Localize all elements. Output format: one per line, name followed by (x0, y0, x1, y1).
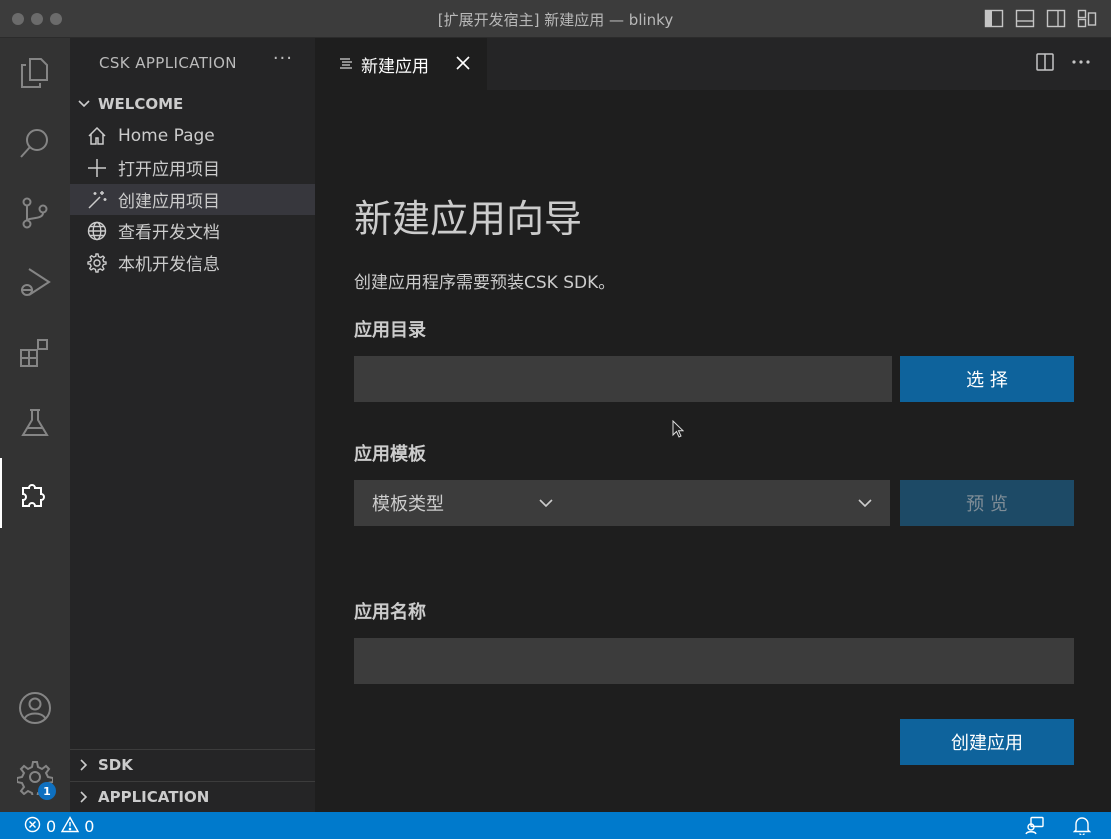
error-icon (24, 816, 41, 837)
template-type-select[interactable]: 模板类型 (354, 480, 890, 526)
warning-icon (60, 816, 80, 837)
plus-icon (86, 158, 108, 178)
feedback-icon[interactable] (1025, 816, 1045, 839)
section-welcome-header[interactable]: WELCOME (70, 89, 315, 119)
warning-count: 0 (84, 817, 95, 836)
notification-badge: 1 (38, 782, 56, 800)
app-name-input[interactable] (354, 638, 1074, 684)
tab-bar: 新建应用 (315, 38, 1111, 90)
window-title: [扩展开发宿主] 新建应用 — blinky (437, 11, 674, 29)
section-application-header[interactable]: APPLICATION (70, 781, 315, 811)
wand-icon (86, 190, 108, 210)
activity-bar: 1 (0, 38, 70, 812)
title-bar: [扩展开发宿主] 新建应用 — blinky (0, 0, 1111, 38)
toggle-primary-sidebar-icon[interactable] (984, 9, 1004, 28)
status-bar: 0 0 (0, 812, 1111, 839)
sidebar-item-home-page[interactable]: Home Page (70, 120, 315, 151)
source-control-icon[interactable] (0, 178, 70, 248)
dropdown-chevron-icon[interactable] (856, 494, 874, 512)
manage-gear-icon[interactable]: 1 (0, 742, 70, 812)
editor-area: 新建应用向导 创建应用程序需要预装CSK SDK。 应用目录 选 择 应用模板 … (315, 90, 1111, 812)
account-icon[interactable] (0, 673, 70, 743)
sidebar-item-label: Home Page (118, 125, 215, 146)
run-debug-icon[interactable] (0, 248, 70, 318)
chevron-down-icon (537, 494, 555, 512)
sidebar-item-label: 本机开发信息 (118, 255, 220, 275)
testing-icon[interactable] (0, 388, 70, 458)
page-title: 新建应用向导 (354, 197, 583, 241)
sidebar-item-dev-info[interactable]: 本机开发信息 (70, 247, 315, 278)
app-template-label: 应用模板 (354, 444, 426, 465)
app-directory-input[interactable] (354, 356, 892, 402)
template-type-value: 模板类型 (372, 494, 444, 515)
toggle-secondary-sidebar-icon[interactable] (1046, 9, 1066, 28)
csk-extension-icon[interactable] (0, 458, 70, 528)
more-actions-icon[interactable] (1071, 52, 1091, 76)
gear-icon (86, 252, 108, 273)
customize-layout-icon[interactable] (1077, 9, 1097, 28)
problems-status[interactable]: 0 0 (24, 816, 94, 837)
sidebar-item-label: 创建应用项目 (118, 192, 220, 212)
preview-file-icon (339, 57, 353, 71)
toggle-panel-icon[interactable] (1015, 9, 1035, 28)
wizard-description: 创建应用程序需要预装CSK SDK。 (354, 273, 616, 293)
sidebar-item-docs[interactable]: 查看开发文档 (70, 215, 315, 246)
split-editor-icon[interactable] (1035, 52, 1055, 76)
home-icon (86, 126, 108, 146)
sidebar: CSK APPLICATION ··· WELCOME Home Page 打开… (70, 38, 315, 812)
notifications-bell-icon[interactable] (1072, 816, 1092, 839)
choose-directory-button[interactable]: 选 择 (900, 356, 1074, 402)
app-directory-label: 应用目录 (354, 320, 426, 341)
chevron-down-icon (70, 97, 98, 111)
extensions-icon[interactable] (0, 318, 70, 388)
sidebar-title: CSK APPLICATION (99, 54, 237, 72)
section-sdk-header[interactable]: SDK (70, 749, 315, 779)
section-sdk-label: SDK (98, 755, 133, 774)
close-icon[interactable] (453, 53, 473, 78)
search-icon[interactable] (0, 108, 70, 178)
globe-icon (86, 221, 108, 241)
preview-template-button[interactable]: 预 览 (900, 480, 1074, 526)
create-app-button[interactable]: 创建应用 (900, 719, 1074, 765)
mouse-cursor-icon (672, 419, 685, 442)
sidebar-item-open-project[interactable]: 打开应用项目 (70, 152, 315, 183)
sidebar-item-create-project[interactable]: 创建应用项目 (70, 184, 315, 215)
sidebar-item-label: 打开应用项目 (118, 160, 220, 180)
explorer-icon[interactable] (0, 38, 70, 108)
tab-label: 新建应用 (361, 56, 429, 77)
sidebar-item-label: 查看开发文档 (118, 223, 220, 243)
chevron-right-icon (70, 790, 98, 804)
sidebar-more-actions-button[interactable]: ··· (273, 48, 293, 69)
section-welcome-label: WELCOME (98, 95, 184, 113)
tab-new-app[interactable]: 新建应用 (315, 38, 487, 90)
app-name-label: 应用名称 (354, 602, 426, 623)
error-count: 0 (46, 817, 57, 836)
chevron-right-icon (70, 758, 98, 772)
section-application-label: APPLICATION (98, 787, 210, 806)
